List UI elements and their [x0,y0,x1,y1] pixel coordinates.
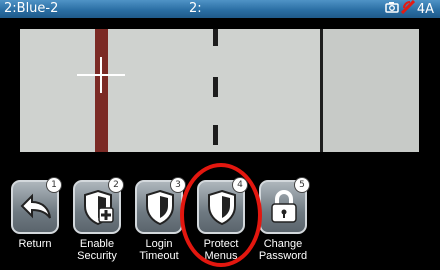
change-password-button[interactable]: 5 Change Password [258,177,310,266]
highlight-circle [180,163,262,267]
button-label: Login [145,238,173,250]
button-label: Password [258,250,308,262]
wireless-signal-icon [400,0,415,20]
button-label: Change [263,238,303,250]
preset-indicator: 2: [189,1,202,16]
lane-dash [213,77,218,97]
status-bar: 2:Blue-2 2: 4A [0,0,440,18]
amperage-readout: 4A [416,2,434,17]
camera-icon [385,1,399,19]
button-label: Security [77,250,117,262]
lane-dash [213,125,218,145]
button-number-badge: 1 [46,177,62,193]
lane-dash [213,29,218,46]
button-number-badge: 2 [108,177,124,193]
return-button[interactable]: 1 Return [10,177,62,266]
enable-security-button[interactable]: 2 Enable Security [72,177,124,266]
login-timeout-button[interactable]: 3 Login Timeout [134,177,186,266]
button-label: Return [18,238,52,250]
button-label: Timeout [139,250,179,262]
crosshair-icon [77,57,125,93]
button-label: Enable [79,238,115,250]
divider-line [320,29,323,152]
video-feed [20,29,419,152]
channel-name: 2:Blue-2 [4,1,59,16]
button-number-badge: 5 [294,177,310,193]
